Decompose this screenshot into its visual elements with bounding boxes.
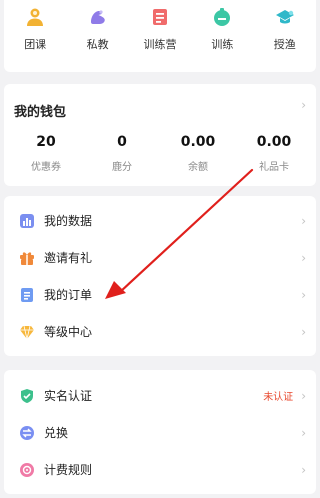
menu-item-label: 我的数据 xyxy=(44,214,93,228)
menu-item-real-name-verification[interactable]: 实名认证 未认证 › xyxy=(4,377,316,414)
training-icon xyxy=(211,6,233,28)
service-group-class[interactable]: 团课 xyxy=(9,6,61,52)
stat-value: 0.00 xyxy=(180,134,216,150)
menu-item-label: 我的订单 xyxy=(44,288,93,302)
menu-item-level-center[interactable]: 等级中心 › xyxy=(4,313,316,350)
unverified-status-tag: 未认证 xyxy=(263,392,294,403)
order-icon xyxy=(18,286,36,304)
menu-item-invite-gift[interactable]: 邀请有礼 › xyxy=(4,239,316,276)
service-label: 私教 xyxy=(86,38,109,51)
menu-item-label: 兑换 xyxy=(44,426,69,440)
menu-item-label: 邀请有礼 xyxy=(44,251,93,265)
teaching-icon xyxy=(274,6,296,28)
service-personal-trainer[interactable]: 私教 xyxy=(72,6,124,52)
diamond-icon xyxy=(18,323,36,341)
service-label: 团课 xyxy=(24,38,47,51)
menu-item-exchange[interactable]: 兑换 › xyxy=(4,414,316,451)
wallet-stat-balance[interactable]: 0.00 余额 xyxy=(168,134,228,173)
training-camp-icon xyxy=(149,6,171,28)
chevron-right-icon: › xyxy=(301,462,306,477)
menu-group-account: 我的数据 › 邀请有礼 › 我的订单 › 等级中心 › xyxy=(4,196,316,356)
chevron-right-icon: › xyxy=(301,324,306,339)
chevron-right-icon: › xyxy=(301,287,306,302)
wallet-title: 我的钱包 xyxy=(14,105,67,120)
stat-value: 20 xyxy=(36,134,56,150)
menu-item-my-orders[interactable]: 我的订单 › xyxy=(4,276,316,313)
menu-item-billing-rules[interactable]: 计费规则 › xyxy=(4,451,316,488)
stat-label: 余额 xyxy=(188,162,208,173)
chevron-right-icon: › xyxy=(301,425,306,440)
service-label: 授渔 xyxy=(273,38,296,51)
stat-value: 0.00 xyxy=(256,134,292,150)
wallet-stat-coupons[interactable]: 20 优惠券 xyxy=(16,134,76,173)
chevron-right-icon: › xyxy=(301,250,306,265)
service-label: 训练营 xyxy=(143,38,177,51)
menu-item-label: 实名认证 xyxy=(44,389,93,403)
menu-item-label: 计费规则 xyxy=(44,463,93,477)
services-bar: 团课 私教 训练营 训练 授渔 xyxy=(4,0,316,72)
service-training[interactable]: 训练 xyxy=(196,6,248,52)
personal-trainer-icon xyxy=(87,6,109,28)
chevron-right-icon: › xyxy=(301,98,306,112)
data-chart-icon xyxy=(18,212,36,230)
group-class-icon xyxy=(24,6,46,28)
menu-item-my-data[interactable]: 我的数据 › xyxy=(4,202,316,239)
wallet-stat-gift-card[interactable]: 0.00 礼品卡 xyxy=(244,134,304,173)
service-training-camp[interactable]: 训练营 xyxy=(134,6,186,52)
stat-label: 优惠券 xyxy=(31,162,61,173)
service-label: 训练 xyxy=(211,38,234,51)
wallet-stat-points[interactable]: 0 鹿分 xyxy=(92,134,152,173)
menu-item-label: 等级中心 xyxy=(44,325,93,339)
chevron-right-icon: › xyxy=(301,213,306,228)
menu-group-settings: 实名认证 未认证 › 兑换 › 计费规则 › xyxy=(4,370,316,494)
stat-value: 0 xyxy=(117,134,127,150)
exchange-icon xyxy=(18,424,36,442)
stat-label: 鹿分 xyxy=(112,162,132,173)
chevron-right-icon: › xyxy=(301,388,306,403)
service-teaching[interactable]: 授渔 xyxy=(259,6,311,52)
billing-rules-icon xyxy=(18,461,36,479)
wallet-card[interactable]: 我的钱包 › 20 优惠券 0 鹿分 0.00 余额 0.00 礼品卡 xyxy=(4,84,316,186)
stat-label: 礼品卡 xyxy=(259,162,289,173)
shield-check-icon xyxy=(18,387,36,405)
gift-icon xyxy=(18,249,36,267)
